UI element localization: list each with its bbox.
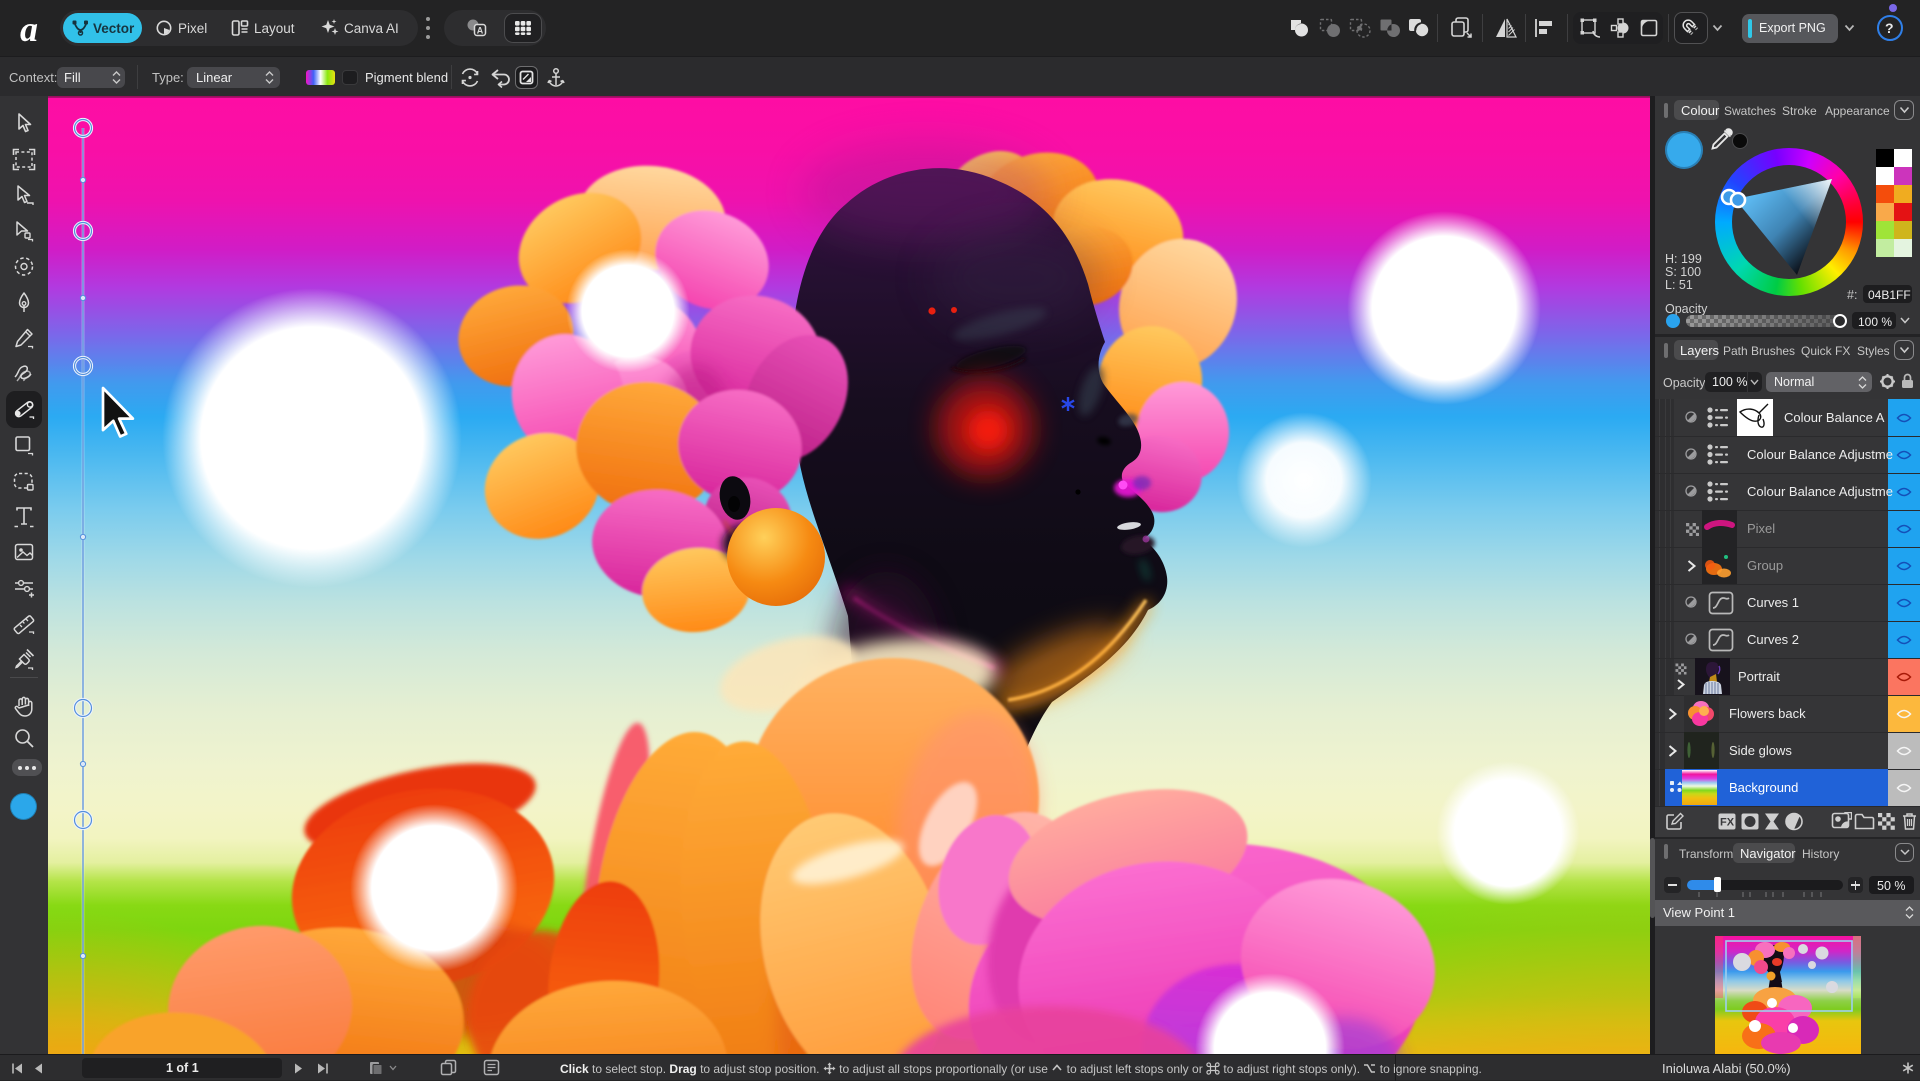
svg-text:A: A xyxy=(477,26,484,36)
svg-text:FX: FX xyxy=(1720,817,1735,829)
